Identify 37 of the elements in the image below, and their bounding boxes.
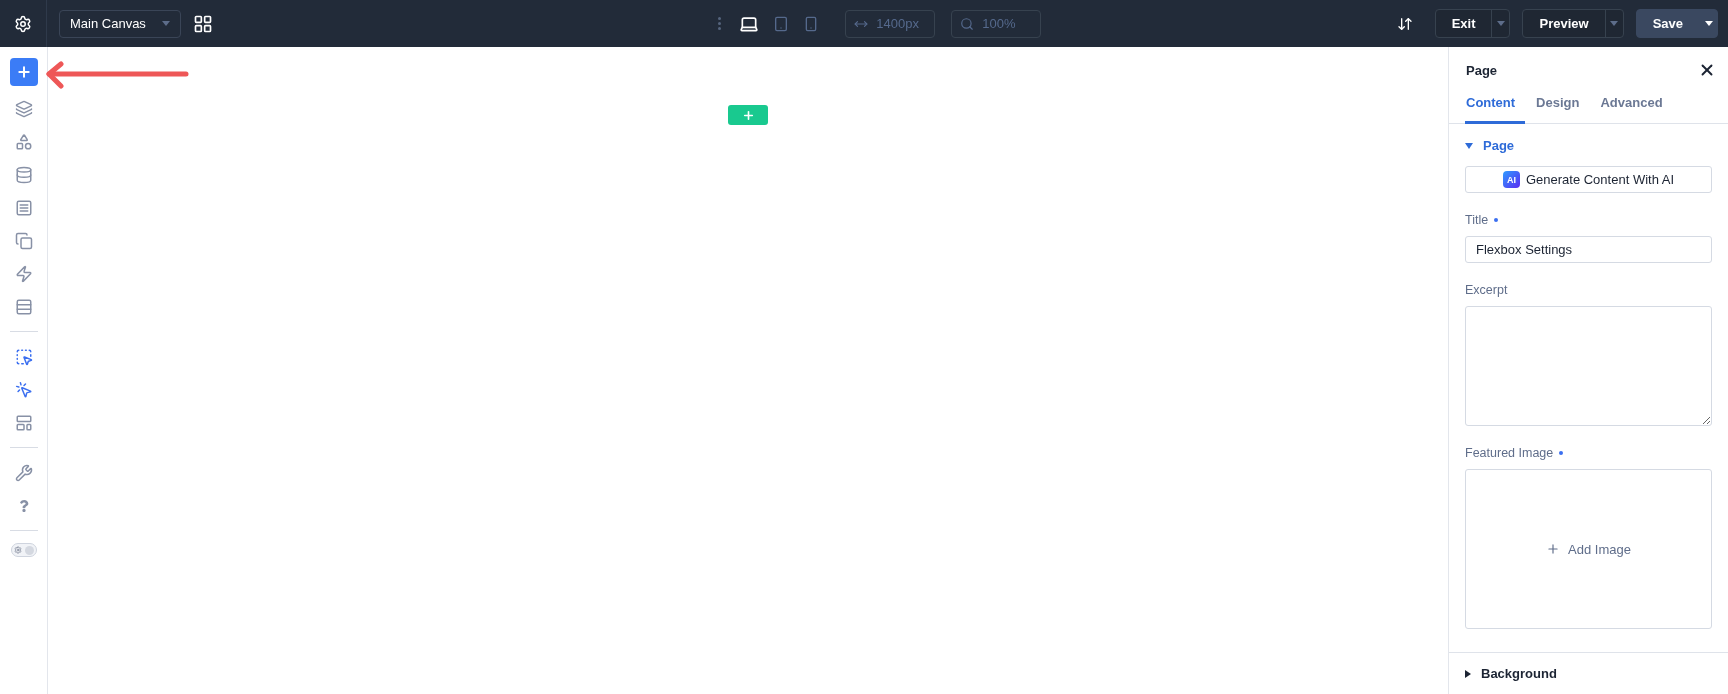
add-image-button[interactable]: Add Image bbox=[1465, 469, 1712, 629]
ai-badge: AI bbox=[1502, 171, 1520, 188]
sort-icon[interactable] bbox=[1396, 15, 1413, 32]
add-section-button[interactable] bbox=[728, 105, 768, 125]
search-icon bbox=[960, 16, 975, 31]
toolbar-button[interactable]: Preview bbox=[1523, 10, 1605, 37]
add-image-label: Add Image bbox=[1568, 541, 1631, 557]
section-header[interactable]: Page bbox=[1465, 138, 1515, 153]
title-input[interactable]: Flexbox Settings bbox=[1465, 236, 1712, 263]
panel-title: Page bbox=[1466, 62, 1498, 78]
field-label: Featured Image bbox=[1465, 446, 1554, 460]
plus-icon bbox=[1546, 542, 1561, 556]
field-label: Excerpt bbox=[1465, 283, 1508, 297]
toolbar-button[interactable]: Exit bbox=[1435, 10, 1492, 37]
required-dot bbox=[1559, 451, 1564, 455]
tablet-icon[interactable] bbox=[773, 15, 790, 32]
panel-tab[interactable]: Design bbox=[1535, 89, 1590, 124]
theme-switch-icon[interactable] bbox=[10, 543, 37, 557]
zoom-value: 100% bbox=[982, 16, 1016, 31]
split-button[interactable]: Preview bbox=[1522, 9, 1624, 38]
add-button[interactable] bbox=[9, 58, 38, 86]
section-header[interactable]: Background bbox=[1465, 666, 1557, 681]
split-button[interactable]: Exit bbox=[1434, 9, 1511, 38]
generate-ai-button[interactable]: AI Generate Content With AI bbox=[1465, 166, 1712, 193]
split-button[interactable]: Save bbox=[1635, 9, 1718, 38]
plus-icon bbox=[741, 108, 755, 122]
plus-icon bbox=[15, 64, 32, 80]
canvas-select[interactable]: Main Canvas bbox=[59, 9, 181, 38]
more-icon[interactable] bbox=[718, 17, 722, 30]
settings-icon[interactable] bbox=[14, 14, 32, 33]
toolbar-button[interactable]: Save bbox=[1636, 10, 1699, 37]
width-value: 1400px bbox=[876, 16, 919, 31]
grid-icon[interactable] bbox=[193, 13, 213, 34]
field-label: Title bbox=[1465, 213, 1489, 227]
required-dot bbox=[1494, 218, 1499, 222]
panel-tab[interactable]: Advanced bbox=[1599, 89, 1673, 124]
panel-tab[interactable]: Content bbox=[1465, 89, 1526, 124]
